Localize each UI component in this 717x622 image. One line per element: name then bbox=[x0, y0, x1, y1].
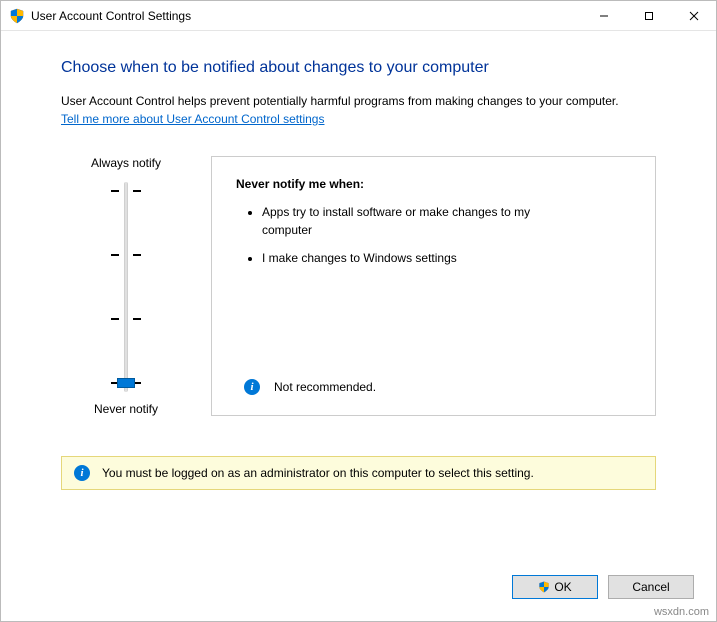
window-title: User Account Control Settings bbox=[31, 9, 191, 23]
close-button[interactable] bbox=[671, 1, 716, 30]
ok-button[interactable]: OK bbox=[512, 575, 598, 599]
slider-tick bbox=[111, 254, 119, 256]
slider-label-bottom: Never notify bbox=[94, 402, 158, 416]
slider-area: Always notify Never notify Never notify … bbox=[61, 156, 656, 416]
ok-label: OK bbox=[554, 580, 571, 594]
slider-rail bbox=[124, 182, 128, 392]
info-icon: i bbox=[244, 379, 260, 395]
slider-thumb[interactable] bbox=[117, 378, 135, 388]
uac-settings-window: User Account Control Settings Choose whe… bbox=[0, 0, 717, 622]
slider-tick bbox=[111, 318, 119, 320]
admin-warning-text: You must be logged on as an administrato… bbox=[102, 466, 534, 480]
slider-tick bbox=[133, 190, 141, 192]
cancel-button[interactable]: Cancel bbox=[608, 575, 694, 599]
uac-shield-icon bbox=[9, 8, 25, 24]
button-row: OK Cancel bbox=[1, 559, 716, 621]
list-item: Apps try to install software or make cha… bbox=[262, 203, 562, 239]
recommendation-text: Not recommended. bbox=[274, 380, 376, 394]
recommendation-row: i Not recommended. bbox=[236, 379, 631, 395]
page-heading: Choose when to be notified about changes… bbox=[61, 59, 656, 77]
slider-tick bbox=[133, 254, 141, 256]
page-description: User Account Control helps prevent poten… bbox=[61, 93, 656, 110]
info-icon: i bbox=[74, 465, 90, 481]
maximize-button[interactable] bbox=[626, 1, 671, 30]
minimize-button[interactable] bbox=[581, 1, 626, 30]
slider-tick bbox=[133, 318, 141, 320]
notification-slider[interactable] bbox=[105, 182, 147, 392]
slider-tick bbox=[111, 190, 119, 192]
info-box: Never notify me when: Apps try to instal… bbox=[211, 156, 656, 416]
slider-column: Always notify Never notify bbox=[61, 156, 191, 416]
slider-label-top: Always notify bbox=[91, 156, 161, 170]
info-title: Never notify me when: bbox=[236, 177, 631, 191]
content-area: Choose when to be notified about changes… bbox=[1, 31, 716, 559]
titlebar: User Account Control Settings bbox=[1, 1, 716, 31]
cancel-label: Cancel bbox=[632, 580, 669, 594]
watermark: wsxdn.com bbox=[654, 606, 709, 618]
info-list: Apps try to install software or make cha… bbox=[236, 203, 631, 277]
help-link[interactable]: Tell me more about User Account Control … bbox=[61, 112, 656, 126]
list-item: I make changes to Windows settings bbox=[262, 249, 562, 267]
uac-shield-icon bbox=[538, 581, 550, 593]
admin-warning-banner: i You must be logged on as an administra… bbox=[61, 456, 656, 490]
